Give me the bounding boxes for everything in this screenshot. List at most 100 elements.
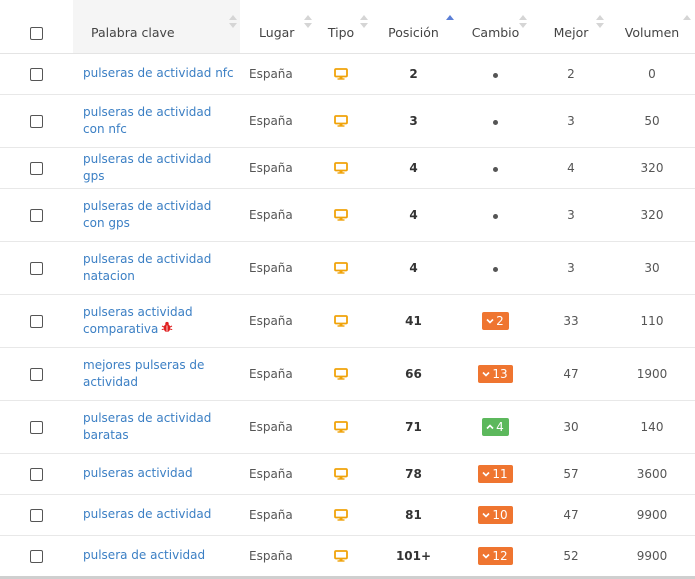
change-cell: 11 bbox=[458, 453, 533, 495]
type-cell bbox=[313, 494, 369, 536]
column-header-type[interactable]: Tipo bbox=[313, 0, 369, 54]
row-select-cell bbox=[0, 535, 73, 577]
row-select-cell bbox=[0, 400, 73, 454]
column-header-best[interactable]: Mejor bbox=[533, 0, 609, 54]
change-badge: 10 bbox=[478, 505, 513, 524]
sort-position-active-icon[interactable] bbox=[446, 15, 454, 31]
keyword-cell: pulseras de actividad nfc bbox=[73, 53, 240, 95]
sort-volume-icon[interactable] bbox=[683, 15, 691, 31]
place-cell: España bbox=[240, 294, 313, 348]
row-checkbox[interactable] bbox=[30, 549, 43, 563]
table-row: pulseras de actividad con nfc España 3 3 50 bbox=[0, 94, 695, 148]
row-checkbox[interactable] bbox=[30, 208, 43, 222]
change-value: 13 bbox=[492, 366, 508, 381]
row-checkbox[interactable] bbox=[30, 114, 43, 128]
position-cell: 81 bbox=[369, 494, 458, 536]
table-row: pulsera de actividad España 101+ 12 52 9900 bbox=[0, 535, 695, 577]
row-select-cell bbox=[0, 94, 73, 148]
keyword-link[interactable]: pulseras de actividad con gps bbox=[83, 199, 211, 230]
best-cell: 3 bbox=[533, 188, 609, 242]
no-change-dot-icon bbox=[493, 166, 498, 172]
keyword-cell: pulseras actividad comparativa bbox=[73, 294, 240, 348]
keyword-cell: pulseras de actividad bbox=[73, 494, 240, 536]
keyword-link[interactable]: pulseras de actividad nfc bbox=[83, 66, 234, 80]
column-header-keyword[interactable]: Palabra clave bbox=[73, 0, 241, 54]
bug-icon[interactable] bbox=[161, 321, 173, 338]
place-cell: España bbox=[240, 400, 313, 454]
column-header-change[interactable]: Cambio bbox=[458, 0, 533, 54]
desktop-monitor-icon bbox=[334, 115, 348, 127]
row-checkbox[interactable] bbox=[30, 314, 43, 328]
change-badge: 12 bbox=[478, 546, 513, 565]
type-cell bbox=[313, 188, 369, 242]
best-cell: 2 bbox=[533, 53, 609, 95]
keyword-link[interactable]: pulseras actividad comparativa bbox=[83, 305, 193, 336]
row-checkbox[interactable] bbox=[30, 367, 43, 381]
select-all-cell bbox=[0, 0, 73, 54]
table-row: mejores pulseras de actividad España 66 13 4… bbox=[0, 347, 695, 401]
sort-place-icon[interactable] bbox=[304, 15, 312, 31]
row-checkbox[interactable] bbox=[30, 67, 43, 81]
keyword-link[interactable]: pulseras de actividad natacion bbox=[83, 252, 211, 283]
row-checkbox[interactable] bbox=[30, 420, 43, 434]
row-select-cell bbox=[0, 494, 73, 536]
best-cell: 47 bbox=[533, 494, 609, 536]
type-cell bbox=[313, 294, 369, 348]
row-checkbox[interactable] bbox=[30, 467, 43, 481]
best-cell: 30 bbox=[533, 400, 609, 454]
sort-best-icon[interactable] bbox=[596, 15, 604, 31]
keyword-link[interactable]: pulsera de actividad bbox=[83, 548, 205, 562]
column-header-position[interactable]: Posición bbox=[369, 0, 458, 54]
sort-change-icon[interactable] bbox=[519, 15, 527, 31]
desktop-monitor-icon bbox=[334, 368, 348, 380]
sort-type-icon[interactable] bbox=[360, 15, 368, 31]
best-cell: 3 bbox=[533, 241, 609, 295]
change-cell: 13 bbox=[458, 347, 533, 401]
column-header-keyword-label: Palabra clave bbox=[91, 24, 175, 40]
change-cell bbox=[458, 53, 533, 95]
keyword-link[interactable]: pulseras actividad bbox=[83, 466, 193, 480]
place-cell: España bbox=[240, 94, 313, 148]
change-value: 2 bbox=[496, 313, 504, 328]
table-row: pulseras de actividad España 81 10 47 9900 bbox=[0, 494, 695, 536]
place-cell: España bbox=[240, 494, 313, 536]
row-select-cell bbox=[0, 241, 73, 295]
chevron-down-icon bbox=[486, 318, 496, 324]
column-header-place[interactable]: Lugar bbox=[240, 0, 313, 54]
no-change-dot-icon bbox=[493, 213, 498, 219]
row-checkbox[interactable] bbox=[30, 161, 43, 175]
keyword-cell: pulsera de actividad bbox=[73, 535, 240, 577]
position-cell: 2 bbox=[369, 53, 458, 95]
position-cell: 4 bbox=[369, 188, 458, 242]
volume-cell: 110 bbox=[609, 294, 695, 348]
keyword-link[interactable]: pulseras de actividad gps bbox=[83, 152, 211, 183]
table-body: pulseras de actividad nfc España 2 2 0 pulser… bbox=[0, 53, 695, 577]
keyword-link[interactable]: pulseras de actividad bbox=[83, 507, 211, 521]
chevron-down-icon bbox=[482, 553, 492, 559]
keyword-link[interactable]: pulseras de actividad baratas bbox=[83, 411, 211, 442]
change-value: 11 bbox=[492, 466, 508, 481]
table-row: pulseras de actividad baratas España 71 4 30… bbox=[0, 400, 695, 454]
desktop-monitor-icon bbox=[334, 421, 348, 433]
row-checkbox[interactable] bbox=[30, 508, 43, 522]
desktop-monitor-icon bbox=[334, 68, 348, 80]
keyword-link[interactable]: mejores pulseras de actividad bbox=[83, 358, 204, 389]
select-all-checkbox[interactable] bbox=[30, 26, 43, 40]
type-cell bbox=[313, 347, 369, 401]
type-cell bbox=[313, 535, 369, 577]
keyword-cell: pulseras de actividad con gps bbox=[73, 188, 240, 242]
change-cell: 2 bbox=[458, 294, 533, 348]
row-checkbox[interactable] bbox=[30, 261, 43, 275]
desktop-monitor-icon bbox=[334, 209, 348, 221]
keyword-link[interactable]: pulseras de actividad con nfc bbox=[83, 105, 211, 136]
place-cell: España bbox=[240, 241, 313, 295]
place-cell: España bbox=[240, 535, 313, 577]
row-select-cell bbox=[0, 53, 73, 95]
column-header-volume[interactable]: Volumen bbox=[609, 0, 695, 54]
keyword-cell: pulseras de actividad natacion bbox=[73, 241, 240, 295]
change-badge: 2 bbox=[482, 311, 509, 330]
sort-keyword-icon[interactable] bbox=[228, 15, 237, 31]
volume-cell: 1900 bbox=[609, 347, 695, 401]
desktop-monitor-icon bbox=[334, 550, 348, 562]
table-row: pulseras de actividad gps España 4 4 320 bbox=[0, 147, 695, 189]
